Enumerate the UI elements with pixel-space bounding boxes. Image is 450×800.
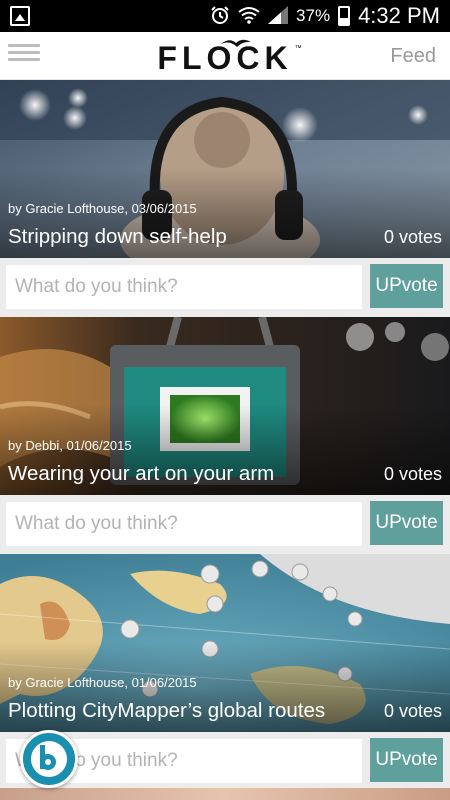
post-byline: by Debbi, 01/06/2015 — [8, 438, 132, 453]
bubble-b-icon — [31, 741, 67, 777]
logo-trademark: ™ — [294, 45, 302, 52]
comment-input[interactable] — [6, 265, 362, 309]
post-image[interactable]: by Gracie Lofthouse, 03/06/2015 Strippin… — [0, 80, 450, 258]
post-actions: UPvote — [0, 258, 450, 317]
post-title[interactable]: Stripping down self-help — [8, 225, 227, 249]
wifi-icon — [238, 6, 260, 27]
battery-icon — [338, 6, 351, 26]
upvote-button[interactable]: UPvote — [370, 264, 443, 308]
clock: 4:32 PM — [358, 3, 440, 28]
upvote-button[interactable]: UPvote — [370, 501, 443, 545]
post-title[interactable]: Wearing your art on your arm — [8, 462, 274, 486]
battery-percent: 37% — [296, 6, 331, 25]
feed-link[interactable]: Feed — [390, 45, 436, 68]
post-image[interactable]: by Debbi, 01/06/2015 Wearing your art on… — [0, 317, 450, 495]
comment-input[interactable] — [6, 502, 362, 546]
alarm-icon — [210, 5, 230, 28]
vote-count: 0 votes — [383, 227, 442, 247]
vote-count: 0 votes — [383, 701, 442, 721]
upvote-button[interactable]: UPvote — [370, 738, 443, 782]
post-byline: by Gracie Lofthouse, 01/06/2015 — [8, 675, 197, 690]
bird-icon — [221, 39, 252, 47]
post-image[interactable]: by Gracie Lofthouse, 01/06/2015 Plotting… — [0, 554, 450, 732]
status-bar: 37% 4:32 PM — [0, 0, 450, 32]
post-actions: UPvote — [0, 495, 450, 554]
battery-level — [340, 18, 349, 24]
floating-bubble-button[interactable] — [20, 730, 78, 788]
signal-icon — [268, 5, 289, 27]
flock-logo: FLOCK ™ — [0, 39, 450, 77]
vote-count: 0 votes — [383, 464, 442, 484]
gallery-icon — [10, 6, 30, 26]
post-title[interactable]: Plotting CityMapper’s global routes — [8, 699, 325, 723]
post-byline: by Gracie Lofthouse, 03/06/2015 — [8, 201, 197, 216]
app-header: FLOCK ™ Feed — [0, 32, 450, 80]
next-post-image-preview — [0, 788, 450, 800]
